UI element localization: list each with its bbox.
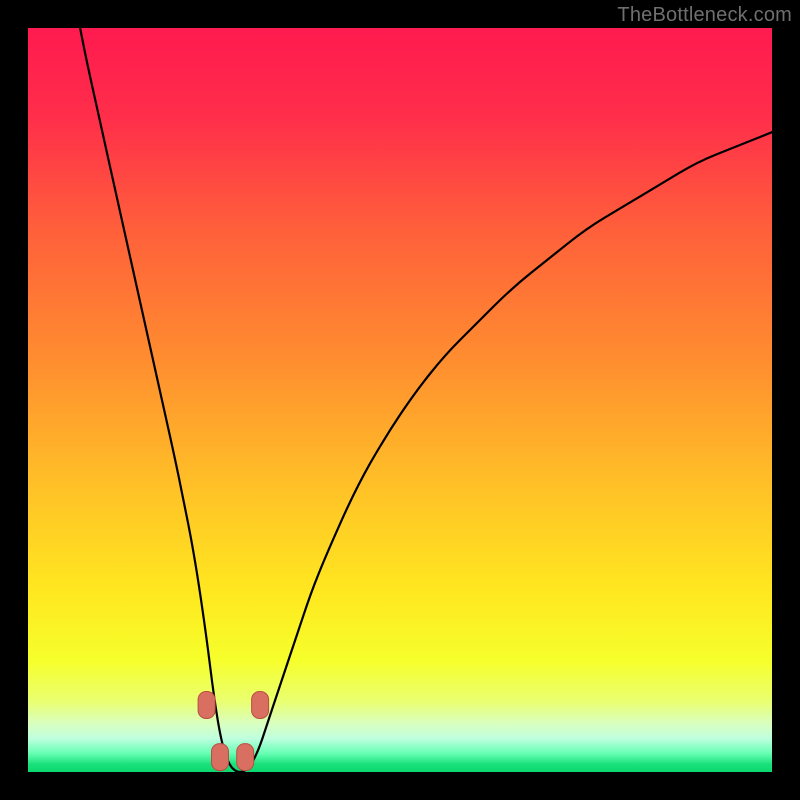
curve-markers <box>198 692 269 771</box>
chart-frame <box>28 28 772 772</box>
curve-marker <box>212 744 229 771</box>
watermark-text: TheBottleneck.com <box>617 4 792 27</box>
curve-marker <box>252 692 269 719</box>
curve-marker <box>198 692 215 719</box>
curve-marker <box>237 744 254 771</box>
bottleneck-curve <box>28 28 772 772</box>
